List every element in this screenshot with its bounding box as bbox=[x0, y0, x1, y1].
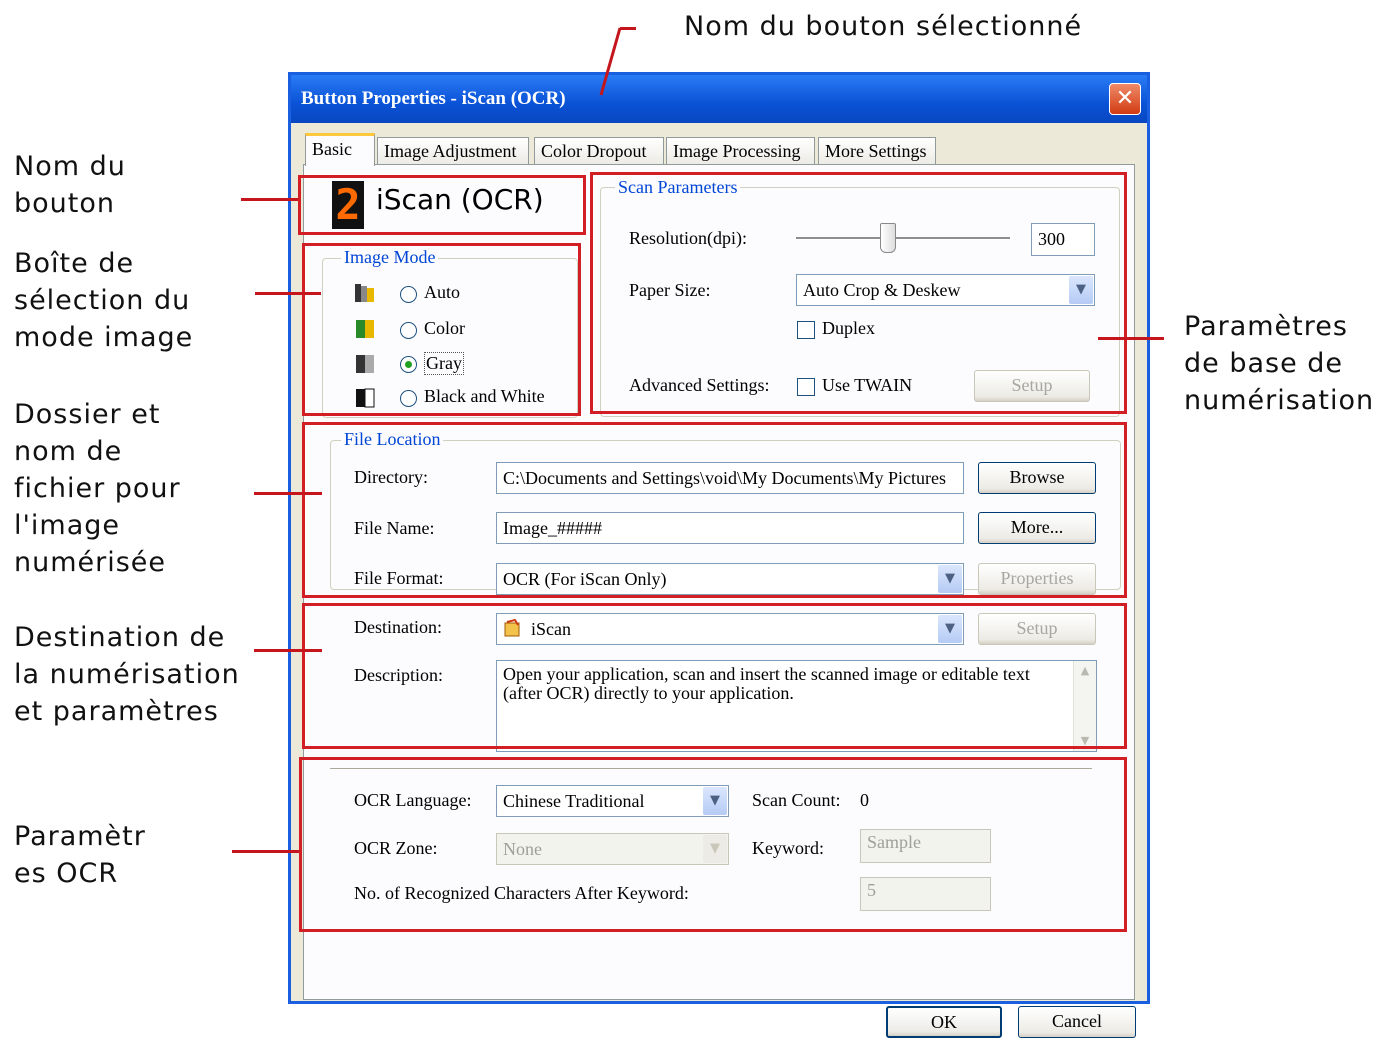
tab-basic[interactable]: Basic bbox=[305, 133, 375, 166]
tab-image-adjustment[interactable]: Image Adjustment bbox=[377, 137, 529, 164]
leader-line-folder bbox=[254, 492, 322, 495]
highlight-button-name bbox=[298, 175, 586, 235]
leader-line-scan-params bbox=[1098, 337, 1164, 340]
highlight-ocr bbox=[299, 757, 1127, 932]
annotation-selected-button-name: Nom du bouton sélectionné bbox=[684, 11, 1083, 42]
tab-more-settings[interactable]: More Settings bbox=[818, 137, 936, 164]
annotation-ocr-params: Paramètr es OCR bbox=[14, 821, 146, 889]
highlight-image-mode bbox=[302, 243, 581, 416]
leader-line-image-mode bbox=[255, 292, 321, 295]
highlight-file-location bbox=[302, 422, 1127, 598]
title-bar[interactable]: Button Properties - iScan (OCR) ✕ bbox=[291, 75, 1147, 123]
annotation-scan-params: Paramètres de base de numérisation bbox=[1184, 311, 1375, 416]
ok-button[interactable]: OK bbox=[886, 1006, 1002, 1038]
leader-line-ocr bbox=[232, 850, 299, 853]
tab-color-dropout[interactable]: Color Dropout bbox=[534, 137, 664, 164]
leader-line-destination bbox=[254, 649, 322, 652]
annotation-button-name: Nom du bouton bbox=[14, 151, 126, 219]
annotation-destination: Destination de la numérisation et paramè… bbox=[14, 622, 240, 727]
cancel-button[interactable]: Cancel bbox=[1018, 1006, 1136, 1038]
highlight-destination bbox=[302, 603, 1127, 749]
leader-line-title-diagonal bbox=[599, 27, 622, 96]
annotation-folder-filename: Dossier et nom de fichier pour l'image n… bbox=[14, 399, 181, 578]
tab-image-processing[interactable]: Image Processing bbox=[666, 137, 815, 164]
window-title: Button Properties - iScan (OCR) bbox=[301, 88, 566, 109]
annotation-image-mode-box: Boîte de sélection du mode image bbox=[14, 248, 194, 353]
highlight-scan-parameters bbox=[590, 172, 1127, 414]
leader-line-button-name bbox=[241, 198, 298, 201]
close-button[interactable]: ✕ bbox=[1109, 83, 1141, 115]
